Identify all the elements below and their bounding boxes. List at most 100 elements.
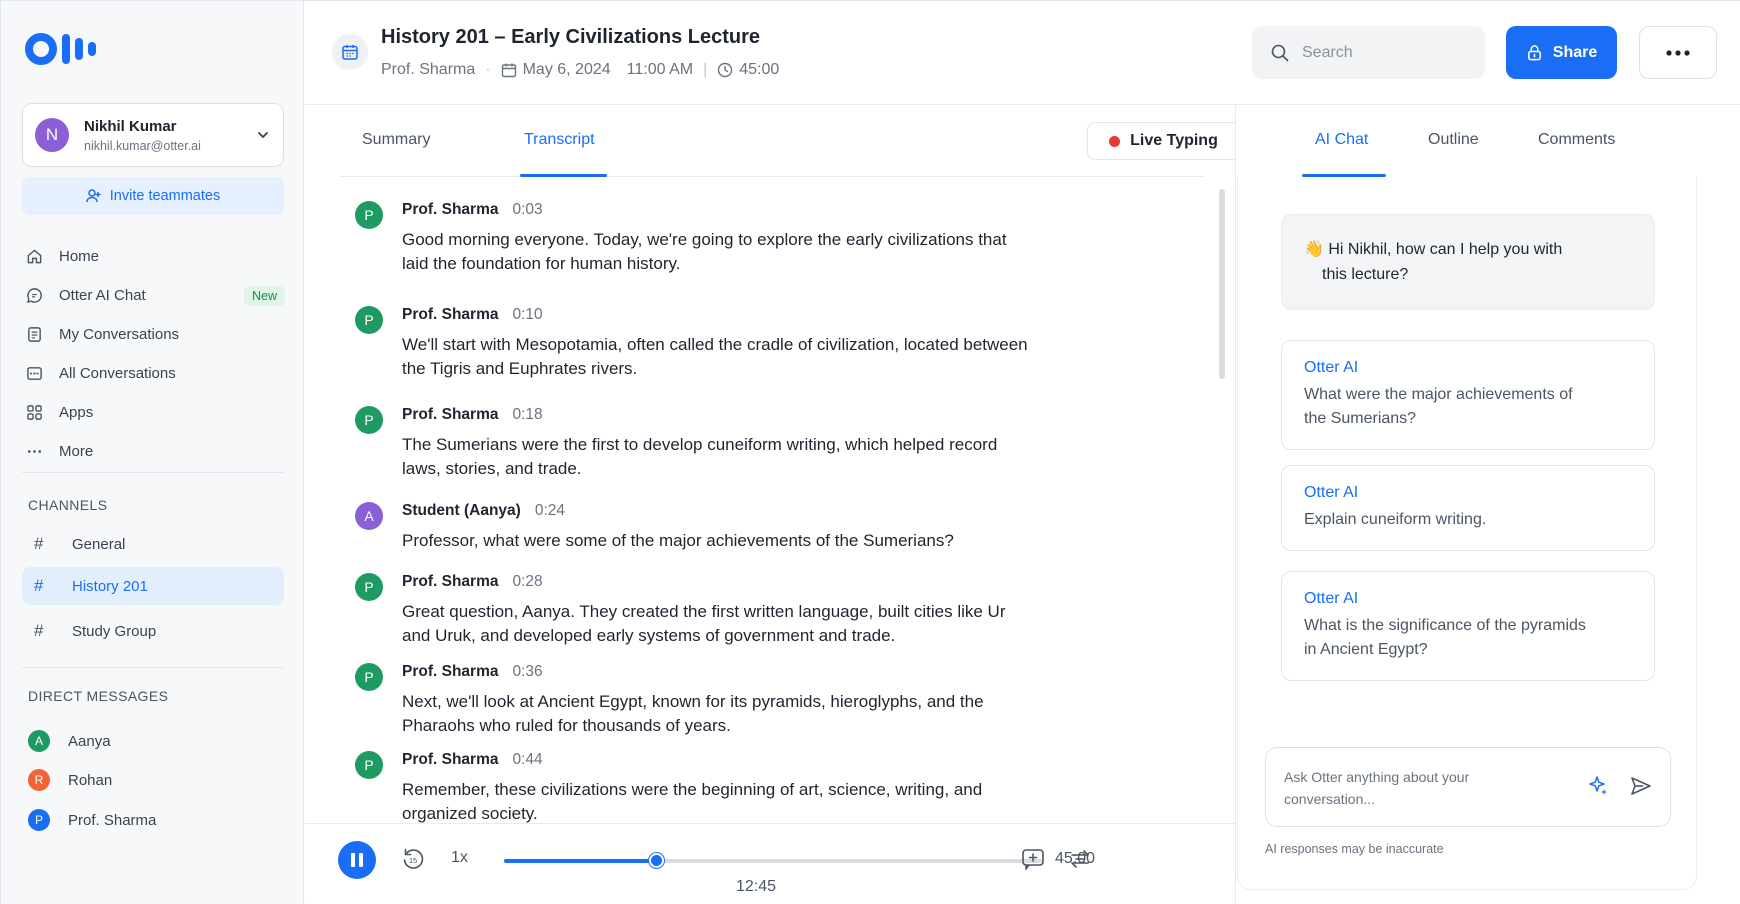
- sidebar-item-otter-ai-chat[interactable]: Otter AI Chat New: [25, 276, 285, 315]
- calendar-icon: [332, 34, 368, 70]
- channel-label: Study Group: [72, 622, 157, 640]
- sidebar-item-apps[interactable]: Apps: [25, 393, 285, 432]
- timestamp[interactable]: 0:10: [512, 306, 542, 323]
- avatar: A: [28, 730, 50, 752]
- invite-teammates-button[interactable]: Invite teammates: [22, 177, 284, 215]
- speaker-avatar: P: [355, 751, 383, 779]
- progress-handle[interactable]: [649, 853, 665, 868]
- playback-speed-button[interactable]: 1x: [451, 849, 468, 867]
- suggested-question[interactable]: Otter AI Explain cuneiform writing.: [1281, 465, 1655, 551]
- sidebar-item-label: All Conversations: [59, 365, 176, 382]
- sidebar-item-label: More: [59, 443, 94, 460]
- account-switcher[interactable]: N Nikhil Kumar nikhil.kumar@otter.ai: [22, 103, 284, 167]
- sidebar: N Nikhil Kumar nikhil.kumar@otter.ai Inv…: [1, 1, 304, 904]
- timestamp[interactable]: 0:28: [512, 573, 542, 590]
- sidebar-item-label: Apps: [59, 404, 94, 421]
- app-window: N Nikhil Kumar nikhil.kumar@otter.ai Inv…: [0, 0, 1740, 904]
- speaker-name: Prof. Sharma: [402, 751, 499, 768]
- conversation-meta: Prof. Sharma · May 6, 2024 11:00 AM | 45…: [381, 61, 780, 78]
- send-icon[interactable]: [1629, 774, 1653, 798]
- speaker-name: Prof. Sharma: [402, 406, 499, 423]
- suggestion-source: Otter AI: [1304, 590, 1359, 607]
- ask-otter-input[interactable]: Ask Otter anything about your conversati…: [1265, 747, 1671, 827]
- share-label: Share: [1552, 43, 1598, 61]
- channel-study-group[interactable]: # Study Group: [22, 612, 284, 650]
- hash-icon: #: [34, 534, 44, 553]
- suggested-question[interactable]: Otter AI What is the significance of the…: [1281, 571, 1655, 681]
- otter-logo[interactable]: [25, 33, 96, 65]
- dm-label: Rohan: [68, 771, 113, 789]
- share-button[interactable]: Share: [1506, 26, 1617, 79]
- sparkle-icon[interactable]: [1586, 774, 1610, 798]
- transcript-text: Good morning everyone. Today, we're goin…: [402, 230, 1007, 273]
- transcript-scrollbar[interactable]: [1219, 189, 1225, 379]
- calendar-small-icon: [501, 63, 516, 78]
- timestamp[interactable]: 0:44: [512, 751, 542, 768]
- page-title: History 201 – Early Civilizations Lectur…: [381, 26, 761, 48]
- sidebar-item-home[interactable]: Home: [25, 237, 285, 276]
- tab-comments[interactable]: Comments: [1538, 131, 1615, 149]
- tab-ai-chat[interactable]: AI Chat: [1315, 131, 1368, 149]
- dm-rohan[interactable]: R Rohan: [28, 769, 112, 791]
- hash-icon: #: [34, 621, 44, 640]
- dm-prof-sharma[interactable]: P Prof. Sharma: [28, 809, 156, 831]
- tab-summary[interactable]: Summary: [362, 131, 430, 149]
- live-typing-button[interactable]: Live Typing: [1087, 122, 1240, 160]
- greeting-line: this lecture?: [1322, 266, 1409, 283]
- search-input[interactable]: Search: [1252, 26, 1485, 79]
- transcript-text: Professor, what were some of the major a…: [402, 531, 954, 550]
- timestamp[interactable]: 0:03: [512, 201, 542, 218]
- sidebar-divider: [22, 472, 284, 473]
- speaker-name: Prof. Sharma: [402, 201, 499, 218]
- channel-general[interactable]: # General: [22, 525, 284, 563]
- sidebar-divider: [22, 667, 284, 668]
- transcript-text: Great question, Aanya. They created the …: [402, 602, 1006, 645]
- avatar: R: [28, 769, 50, 791]
- suggested-question[interactable]: Otter AI What were the major achievement…: [1281, 340, 1655, 450]
- timestamp[interactable]: 0:18: [512, 406, 542, 423]
- ai-panel: AI Chat Outline Comments 👋 Hi Nikhil, ho…: [1235, 105, 1740, 904]
- channel-label: General: [72, 535, 126, 553]
- speaker-avatar: P: [355, 306, 383, 334]
- timestamp[interactable]: 0:36: [512, 663, 542, 680]
- new-badge: New: [243, 285, 285, 306]
- speaker-name: Prof. Sharma: [402, 306, 499, 323]
- chevron-down-icon: [258, 132, 268, 138]
- pause-button[interactable]: [338, 841, 376, 879]
- active-tab-indicator: [520, 174, 607, 177]
- add-comment-icon[interactable]: [1020, 846, 1046, 872]
- current-time: 12:45: [736, 878, 777, 895]
- invite-label: Invite teammates: [109, 188, 221, 204]
- tab-transcript[interactable]: Transcript: [524, 131, 595, 149]
- add-user-icon: [86, 189, 101, 203]
- sidebar-item-label: Home: [59, 248, 100, 265]
- sidebar-item-all-conversations[interactable]: All Conversations: [25, 354, 285, 393]
- sidebar-item-my-conversations[interactable]: My Conversations: [25, 315, 285, 354]
- rewind-15-icon[interactable]: 15: [399, 845, 427, 873]
- user-email: nikhil.kumar@otter.ai: [84, 138, 201, 153]
- speaker-avatar: P: [355, 663, 383, 691]
- hash-icon: #: [34, 576, 44, 595]
- dm-label: Prof. Sharma: [68, 811, 157, 829]
- swap-icon[interactable]: [1067, 846, 1093, 872]
- suggestion-text: What is the significance of the pyramids…: [1304, 617, 1586, 658]
- tab-outline[interactable]: Outline: [1428, 131, 1479, 149]
- ask-placeholder: Ask Otter anything about your conversati…: [1284, 769, 1470, 807]
- speaker-avatar: P: [355, 201, 383, 229]
- dm-aanya[interactable]: A Aanya: [28, 730, 111, 752]
- meta-date: May 6, 2024: [522, 61, 611, 78]
- sidebar-item-more[interactable]: More: [25, 432, 285, 471]
- ai-disclaimer: AI responses may be inaccurate: [1265, 842, 1444, 856]
- home-icon: [25, 248, 43, 266]
- grid-icon: [25, 404, 43, 422]
- search-icon: [1271, 44, 1289, 61]
- transcript-tabs: Summary Transcript Live Typing: [339, 105, 1240, 177]
- progress-slider[interactable]: [504, 853, 1042, 868]
- channels-heading: CHANNELS: [28, 497, 108, 513]
- search-placeholder: Search: [1302, 43, 1353, 61]
- timestamp[interactable]: 0:24: [535, 502, 565, 519]
- more-options-button[interactable]: [1639, 26, 1717, 79]
- speaker-avatar: P: [355, 573, 383, 601]
- channel-history-201[interactable]: # History 201: [22, 567, 284, 605]
- sidebar-item-label: My Conversations: [59, 326, 180, 343]
